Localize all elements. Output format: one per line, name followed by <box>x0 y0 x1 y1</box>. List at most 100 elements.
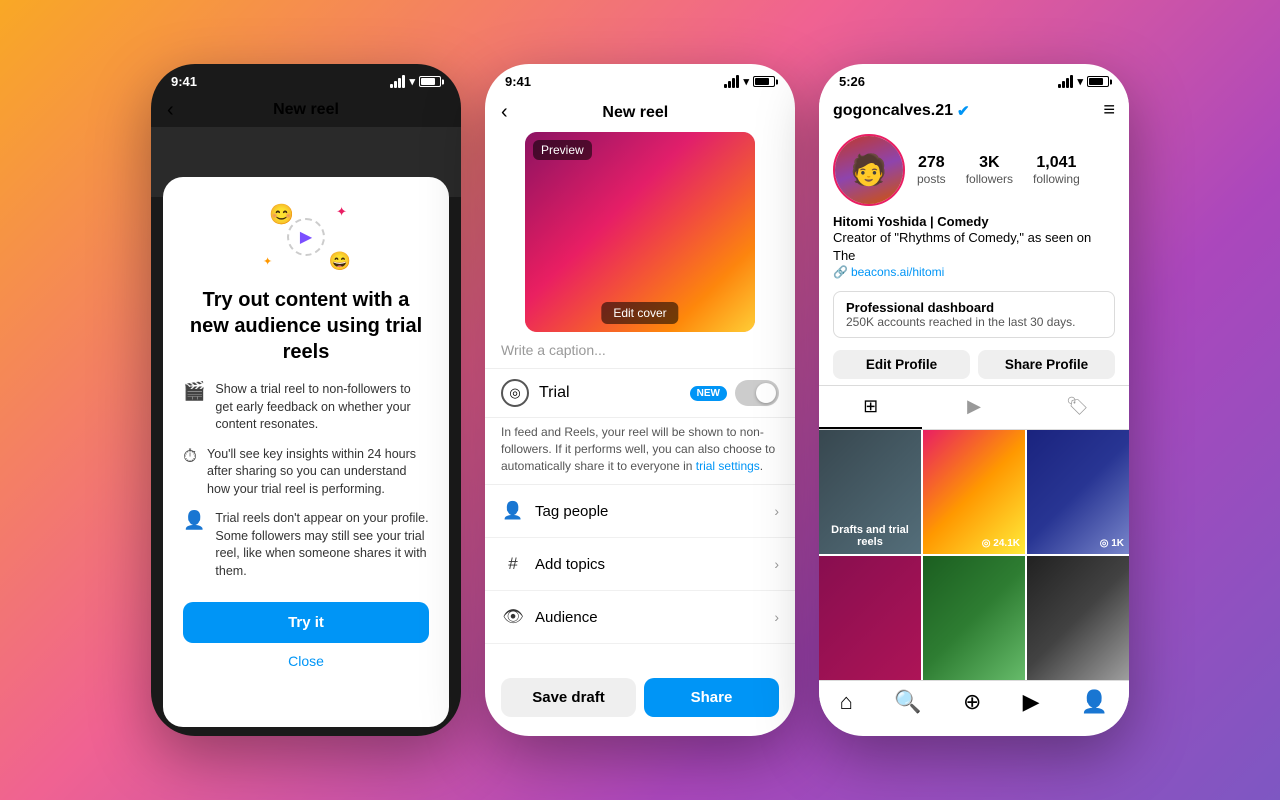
followers-stat[interactable]: 3K followers <box>966 154 1013 186</box>
avatar[interactable]: 🧑 <box>833 134 905 206</box>
trial-point-1: 🎬 Show a trial reel to non-followers to … <box>183 381 429 434</box>
view-count-2: ◎ 1K <box>1100 538 1124 549</box>
trial-row-icon: ◎ <box>501 379 529 407</box>
trial-icon-area: 😊 ▶ 😄 ✦ ✦ <box>261 197 351 277</box>
professional-dashboard-card[interactable]: Professional dashboard 250K accounts rea… <box>833 291 1115 338</box>
view-count-1: ◎ 24.1K <box>982 538 1020 549</box>
tag-people-row[interactable]: 👤 Tag people › <box>485 485 795 538</box>
phone-3: 5:26 ▾ gogoncalves.21 ✔ ≡ 🧑 <box>819 64 1129 736</box>
video-preview: Preview Edit cover <box>525 132 755 332</box>
tag-people-label: Tag people <box>535 503 774 520</box>
phone2-main: ‹ New reel Preview Edit cover Write a ca… <box>485 93 795 727</box>
status-icons-3: ▾ <box>1058 75 1109 88</box>
grid-item-2[interactable]: ◎ 24.1K <box>923 430 1025 554</box>
posts-label: posts <box>917 172 946 186</box>
save-draft-button[interactable]: Save draft <box>501 678 636 717</box>
status-icons-1: ▾ <box>390 75 441 88</box>
trial-toggle[interactable] <box>735 380 779 406</box>
tab-tagged[interactable]: 🏷 <box>1026 386 1129 429</box>
share-profile-button[interactable]: Share Profile <box>978 350 1115 379</box>
dashboard-title: Professional dashboard <box>846 300 1102 315</box>
back-button-1[interactable]: ‹ <box>167 99 174 122</box>
status-icons-2: ▾ <box>724 75 775 88</box>
trial-point-text-2: You'll see key insights within 24 hours … <box>207 446 429 499</box>
audience-row[interactable]: 👁 Audience › <box>485 591 795 644</box>
preview-badge: Preview <box>533 140 592 160</box>
battery-icon-1 <box>419 76 441 87</box>
menu-icon[interactable]: ≡ <box>1103 99 1115 122</box>
followers-label: followers <box>966 172 1013 186</box>
trial-toggle-row: ◎ Trial NEW <box>485 369 795 418</box>
back-button-2[interactable]: ‹ <box>501 101 508 124</box>
audience-label: Audience <box>535 609 774 626</box>
profile-nav[interactable]: 👤 <box>1081 689 1108 715</box>
profile-tabs: ⊞ ▶ 🏷 <box>819 385 1129 430</box>
bio-area: Hitomi Yoshida | Comedy Creator of "Rhyt… <box>819 212 1129 285</box>
wifi-icon-2: ▾ <box>743 75 749 88</box>
trial-settings-link[interactable]: trial settings <box>696 459 760 473</box>
grid-item-drafts[interactable]: Drafts and trial reels <box>819 430 921 554</box>
tag-people-icon: 👤 <box>501 499 525 523</box>
profile-icon-1: 👤 <box>183 510 205 531</box>
bio-link[interactable]: 🔗 beacons.ai/hitomi <box>833 265 1115 279</box>
edit-profile-button[interactable]: Edit Profile <box>833 350 970 379</box>
add-topics-row[interactable]: # Add topics › <box>485 538 795 591</box>
clock-icon-1: ⏱ <box>183 446 197 467</box>
bottom-navigation: ⌂ 🔍 ⊕ ▶ 👤 <box>819 680 1129 727</box>
posts-count: 278 <box>918 154 945 172</box>
username-text: gogoncalves.21 <box>833 102 953 120</box>
reel-icon-1: 🎬 <box>183 381 205 402</box>
battery-icon-3 <box>1087 76 1109 87</box>
profile-username: gogoncalves.21 ✔ <box>833 102 970 120</box>
photo-grid: Drafts and trial reels ◎ 24.1K ◎ 1K <box>819 430 1129 680</box>
phone1-header: ‹ New reel <box>151 93 461 127</box>
phone2-header: ‹ New reel <box>485 93 795 132</box>
followers-count: 3K <box>979 154 999 172</box>
drafts-label: Drafts and trial reels <box>819 524 921 548</box>
phone-1: 9:41 ▾ ‹ New reel 😊 ▶ � <box>151 64 461 736</box>
status-time-2: 9:41 <box>505 74 531 89</box>
grid-item-6[interactable] <box>1027 556 1129 680</box>
profile-actions: Edit Profile Share Profile <box>819 344 1129 385</box>
reels-nav[interactable]: ▶ <box>1023 689 1040 715</box>
stats-row: 278 posts 3K followers 1,041 following <box>917 154 1080 186</box>
phone-2: 9:41 ▾ ‹ New reel Preview Edit cover Wri… <box>485 64 795 736</box>
posts-stat: 278 posts <box>917 154 946 186</box>
close-button[interactable]: Close <box>288 653 324 669</box>
grid-item-4[interactable] <box>819 556 921 680</box>
edit-cover-badge[interactable]: Edit cover <box>601 302 678 324</box>
try-it-button[interactable]: Try it <box>183 602 429 643</box>
new-badge: NEW <box>690 386 727 401</box>
search-nav[interactable]: 🔍 <box>894 689 921 715</box>
trial-label: Trial <box>539 384 690 402</box>
following-stat[interactable]: 1,041 following <box>1033 154 1080 186</box>
trial-point-text-3: Trial reels don't appear on your profile… <box>215 510 429 580</box>
topics-chevron-icon: › <box>774 556 779 572</box>
status-bar-2: 9:41 ▾ <box>485 64 795 93</box>
battery-icon-2 <box>753 76 775 87</box>
phone2-title: New reel <box>516 104 755 122</box>
share-button[interactable]: Share <box>644 678 779 717</box>
tab-grid[interactable]: ⊞ <box>819 386 922 429</box>
bio-line2: Creator of "Rhythms of Comedy," as seen … <box>833 229 1115 265</box>
phone1-title: New reel <box>273 101 339 119</box>
dashboard-subtitle: 250K accounts reached in the last 30 day… <box>846 315 1102 329</box>
avatar-inner: 🧑 <box>835 136 903 204</box>
grid-item-5[interactable] <box>923 556 1025 680</box>
following-count: 1,041 <box>1036 154 1076 172</box>
create-nav[interactable]: ⊕ <box>963 689 981 715</box>
signal-icon-1 <box>390 75 405 88</box>
bio-name: Hitomi Yoshida | Comedy <box>833 214 1115 229</box>
trial-description: In feed and Reels, your reel will be sho… <box>485 418 795 485</box>
grid-item-3[interactable]: ◎ 1K <box>1027 430 1129 554</box>
signal-icon-3 <box>1058 75 1073 88</box>
signal-icon-2 <box>724 75 739 88</box>
tab-reels[interactable]: ▶ <box>922 386 1025 429</box>
status-bar-3: 5:26 ▾ <box>819 64 1129 93</box>
phone2-actions: Save draft Share <box>485 668 795 727</box>
status-time-3: 5:26 <box>839 74 865 89</box>
caption-field[interactable]: Write a caption... <box>485 332 795 369</box>
home-nav[interactable]: ⌂ <box>840 689 853 715</box>
trial-point-text-1: Show a trial reel to non-followers to ge… <box>215 381 429 434</box>
audience-icon: 👁 <box>501 605 525 629</box>
